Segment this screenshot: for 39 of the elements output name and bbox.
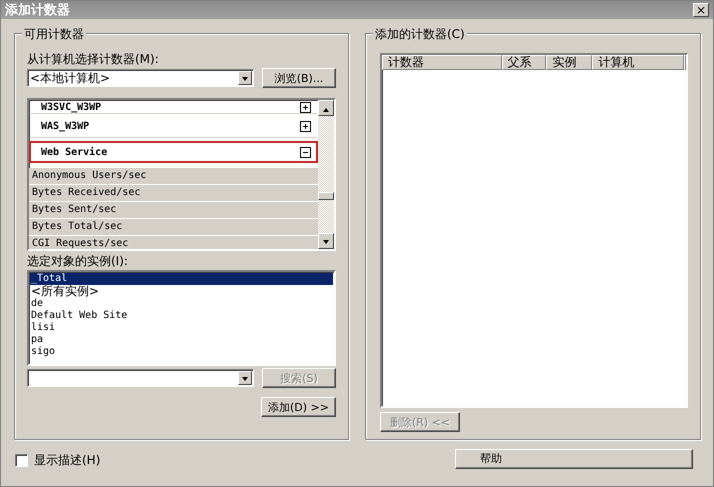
counter-item[interactable]: Anonymous Users/sec — [29, 168, 318, 185]
scroll-thumb[interactable] — [318, 192, 334, 200]
instance-item[interactable]: pa — [30, 334, 333, 346]
column-header[interactable]: 计数器 — [382, 55, 502, 70]
expand-icon[interactable] — [300, 121, 311, 132]
counter-item[interactable]: CGI Requests/sec — [29, 236, 318, 249]
column-header[interactable]: 实例 — [546, 55, 592, 70]
instance-item[interactable]: _Total — [30, 273, 333, 285]
help-button[interactable]: 帮助 — [455, 448, 693, 468]
search-dropdown[interactable] — [27, 369, 254, 387]
instance-item[interactable]: lisi — [30, 322, 333, 334]
scroll-down-icon[interactable] — [318, 233, 334, 249]
close-button[interactable]: × — [693, 3, 709, 17]
collapse-icon[interactable] — [300, 146, 311, 158]
instance-item[interactable]: de — [30, 298, 333, 310]
counter-item[interactable]: Bytes Received/sec — [29, 185, 318, 202]
window-title: 添加计数器 — [5, 2, 70, 19]
scroll-up-icon[interactable] — [318, 100, 334, 116]
object-item[interactable]: Web Service — [29, 141, 318, 163]
counter-item[interactable]: Bytes Total/sec — [29, 219, 318, 236]
group-label: 添加的计数器(C) — [373, 26, 467, 43]
checkbox-label: 显示描述(H) — [34, 452, 100, 469]
object-item[interactable]: WAS_W3WP — [29, 114, 318, 138]
object-item[interactable]: W3SVC_W3WP — [29, 100, 318, 114]
field-label: 选定对象的实例(I): — [27, 253, 129, 268]
add-button[interactable]: 添加(D) >> — [261, 397, 336, 417]
instance-item[interactable]: sigo — [30, 346, 333, 358]
instance-item[interactable]: <所有实例> — [30, 285, 333, 298]
column-header[interactable]: 父系 — [502, 55, 546, 70]
computer-dropdown[interactable]: <本地计算机> — [27, 69, 254, 87]
group-label: 可用计数器 — [22, 26, 86, 43]
scrollbar[interactable] — [318, 100, 334, 249]
checkbox[interactable] — [15, 454, 28, 467]
field-label: 从计算机选择计数器(M): — [27, 51, 160, 66]
expand-icon[interactable] — [300, 102, 311, 113]
instance-item[interactable]: Default Web Site — [30, 310, 333, 322]
browse-button[interactable]: 浏览(B)... — [262, 68, 336, 88]
counter-item[interactable]: Bytes Sent/sec — [29, 202, 318, 219]
column-header[interactable]: 计算机 — [592, 55, 684, 70]
